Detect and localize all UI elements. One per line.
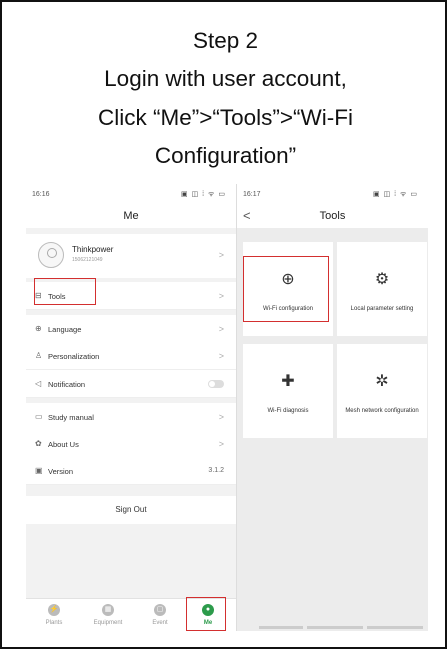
tile-wifi-diagnosis[interactable]: ✚ Wi-Fi diagnosis bbox=[243, 344, 333, 438]
menu-item-label: About Us bbox=[48, 440, 79, 449]
notification-toggle[interactable] bbox=[208, 380, 224, 388]
globe-icon: ⊕ bbox=[35, 324, 42, 333]
chevron-right-icon: > bbox=[218, 412, 224, 422]
status-icons: ▣ ◫ ⁞ ᯤ ▭ bbox=[181, 191, 226, 198]
menu-item-personalization[interactable]: ♙ Personalization > bbox=[26, 342, 236, 370]
back-arrow-icon[interactable]: < bbox=[243, 204, 251, 228]
status-bar: 16:16 ▣ ◫ ⁞ ᯤ ▭ bbox=[26, 184, 236, 204]
page-title: < Tools bbox=[237, 204, 428, 228]
page-title: Me bbox=[26, 204, 236, 228]
tab-event[interactable]: ▢ Event bbox=[140, 599, 180, 631]
sign-out-button[interactable]: Sign Out bbox=[26, 496, 236, 524]
event-icon: ▢ bbox=[154, 604, 166, 616]
tile-label: Wi-Fi diagnosis bbox=[267, 408, 309, 414]
tab-label: Equipment bbox=[93, 620, 123, 626]
menu-item-notification: ◁ Notification bbox=[26, 370, 236, 398]
menu-item-label: Study manual bbox=[48, 413, 94, 422]
menu-item-language[interactable]: ⊕ Language > bbox=[26, 315, 236, 343]
tab-label: Event bbox=[152, 620, 168, 626]
info-icon: ✿ bbox=[35, 439, 42, 448]
profile-card[interactable]: Thinkpower 15062121049 > bbox=[26, 234, 236, 278]
chevron-right-icon: > bbox=[218, 250, 224, 260]
chevron-right-icon: > bbox=[218, 351, 224, 361]
tools-screen: 16:17 ▣ ◫ ⁞ ᯤ ▭ < Tools ⊕ Wi-Fi configur… bbox=[236, 184, 428, 631]
user-settings-icon: ♙ bbox=[35, 351, 43, 360]
instruction-line: Configuration” bbox=[154, 143, 297, 168]
page-title-text: Tools bbox=[319, 210, 346, 222]
book-icon: ▭ bbox=[35, 412, 43, 421]
avatar bbox=[38, 242, 64, 268]
status-icons: ▣ ◫ ⁞ ᯤ ▭ bbox=[373, 191, 418, 198]
menu-item-label: Notification bbox=[48, 380, 86, 389]
step-heading: Step 2 bbox=[192, 28, 259, 53]
chevron-right-icon: > bbox=[218, 291, 224, 301]
profile-id: 15062121049 bbox=[72, 257, 103, 263]
menu-item-label: Personalization bbox=[48, 352, 100, 361]
menu-item-about-us[interactable]: ✿ About Us > bbox=[26, 430, 236, 458]
version-icon: ▣ bbox=[35, 466, 43, 475]
home-indicator bbox=[307, 626, 363, 629]
tab-equipment[interactable]: ▦ Equipment bbox=[88, 599, 128, 631]
instruction-line: Login with user account, bbox=[104, 66, 347, 91]
equipment-icon: ▦ bbox=[102, 604, 114, 616]
tile-mesh-network-configuration[interactable]: ✲ Mesh network configuration bbox=[337, 344, 427, 438]
menu-item-study-manual[interactable]: ▭ Study manual > bbox=[26, 403, 236, 431]
chevron-right-icon: > bbox=[218, 439, 224, 449]
speaker-icon: ◁ bbox=[35, 379, 42, 388]
menu-item-label: Version bbox=[48, 467, 74, 476]
menu-item-label: Language bbox=[48, 325, 82, 334]
status-time: 16:17 bbox=[243, 191, 261, 198]
tile-label: Local parameter setting bbox=[350, 306, 414, 312]
profile-name: Thinkpower bbox=[72, 245, 114, 254]
home-indicator bbox=[259, 626, 303, 629]
highlight-box-me-tab bbox=[186, 597, 226, 631]
instruction-line: Click “Me”>“Tools”>“Wi-Fi bbox=[98, 105, 353, 130]
version-value: 3.1.2 bbox=[208, 467, 224, 474]
highlight-box-tools bbox=[34, 278, 96, 305]
tab-label: Plants bbox=[45, 620, 63, 626]
menu-item-version: ▣ Version 3.1.2 bbox=[26, 457, 236, 485]
status-bar: 16:17 ▣ ◫ ⁞ ᯤ ▭ bbox=[237, 184, 428, 204]
mesh-network-icon: ✲ bbox=[375, 373, 389, 390]
lightning-icon: ⚡ bbox=[48, 604, 60, 616]
home-indicator bbox=[367, 626, 423, 629]
chevron-right-icon: > bbox=[218, 324, 224, 334]
status-time: 16:16 bbox=[32, 191, 50, 198]
medical-kit-icon: ✚ bbox=[281, 373, 295, 390]
folder-gear-icon: ⚙ bbox=[374, 271, 390, 288]
tab-plants[interactable]: ⚡ Plants bbox=[34, 599, 74, 631]
tile-label: Mesh network configuration bbox=[345, 408, 419, 414]
me-screen: 16:16 ▣ ◫ ⁞ ᯤ ▭ Me Thinkpower 1506212104… bbox=[26, 184, 236, 631]
highlight-box-wifi-configuration bbox=[243, 256, 329, 322]
tile-local-parameter-setting[interactable]: ⚙ Local parameter setting bbox=[337, 242, 427, 336]
tutorial-frame: Step 2 Login with user account, Click “M… bbox=[0, 0, 447, 649]
